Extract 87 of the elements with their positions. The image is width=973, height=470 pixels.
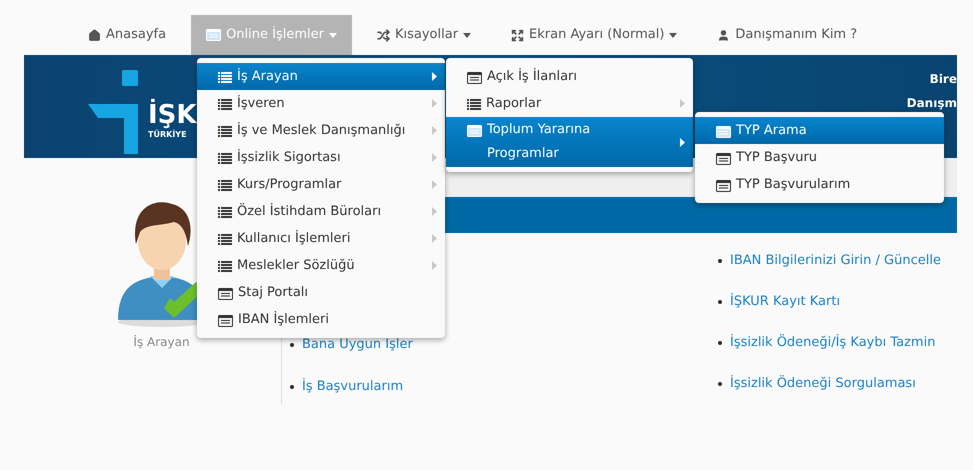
menu-label: İş ve Meslek Danışmanlığı [237, 121, 406, 140]
link[interactable]: İŞKUR Kayıt Kartı [730, 292, 840, 312]
bullet-icon [290, 385, 294, 389]
expand-icon [511, 28, 524, 42]
card-icon [218, 314, 233, 326]
menu-label: Raporlar [486, 94, 542, 112]
arrow-icon [680, 99, 685, 108]
menu-item[interactable]: IBAN İşlemleri [197, 306, 445, 333]
menu-label: İş Arayan [237, 67, 298, 86]
link[interactable]: IBAN Bilgilerinizi Girin / Güncelle [730, 251, 941, 271]
menu-item[interactable]: Kullanıcı İşlemleri [197, 225, 445, 252]
link[interactable]: İş Başvurularım [302, 377, 404, 397]
link[interactable]: İşsizlik Ödeneği/İş Kaybı Tazmin [730, 333, 936, 353]
menu-item[interactable]: TYP Arama [695, 117, 944, 144]
list-icon [218, 126, 232, 136]
menu-label: Kullanıcı İşlemleri [237, 229, 350, 248]
arrow-icon [432, 99, 437, 108]
menu-item[interactable]: Açık İş İlanları [446, 63, 693, 90]
bullet-icon [718, 341, 722, 345]
menu-item[interactable]: İşsizlik Sigortası [197, 144, 445, 171]
nav-item[interactable]: Anasayfa [73, 15, 182, 55]
banner-text: Bire [930, 71, 957, 88]
arrow-icon [432, 234, 437, 243]
bullet-icon [718, 382, 722, 386]
card-icon [716, 152, 731, 164]
menu-item[interactable]: Staj Portalı [197, 279, 445, 306]
arrow-icon [432, 207, 437, 216]
menu-item[interactable]: Özel İstihdam Büroları [197, 198, 445, 225]
menu-label: IBAN İşlemleri [238, 310, 329, 328]
card-icon [716, 126, 731, 138]
banner-text: Danışm [906, 95, 957, 112]
menu-item[interactable]: Meslekler Sözlüğü [197, 252, 445, 279]
menu-item[interactable]: İş Arayan [197, 63, 445, 90]
caret-icon [463, 32, 472, 38]
menu-label: TYP Başvurularım [736, 176, 850, 194]
menu-item[interactable]: Kurs/Programlar [197, 171, 445, 198]
nav-item[interactable]: Ekran Ayarı (Normal) [496, 15, 692, 55]
logo-text: İŞK [148, 100, 197, 128]
list-icon [218, 98, 232, 110]
menu-item[interactable]: Toplum Yararına Programlar [446, 117, 693, 167]
bullet-icon [290, 343, 294, 347]
menu-item[interactable]: TYP Başvurularım [695, 171, 944, 198]
menu-label: Toplum Yararına Programlar [487, 121, 592, 163]
menu-item[interactable]: TYP Başvuru [695, 144, 944, 171]
profile-label: İş Arayan [133, 334, 190, 351]
list-icon [218, 260, 232, 272]
menu-label: Kurs/Programlar [237, 176, 342, 194]
bullet-icon [718, 259, 722, 263]
bullet-icon [718, 300, 722, 304]
menu-label: Staj Portalı [238, 284, 308, 302]
arrow-icon [432, 72, 437, 81]
home-icon [88, 28, 101, 42]
menu-label: İşsizlik Sigortası [237, 148, 341, 166]
menu-label: Açık İş İlanları [487, 67, 578, 86]
caret-icon [328, 32, 337, 38]
list-icon [218, 234, 232, 244]
menu-label: Meslekler Sözlüğü [237, 256, 355, 274]
shuffle-icon [376, 28, 390, 42]
card-icon [467, 125, 482, 137]
nav-item[interactable]: Kısayollar [362, 15, 486, 55]
arrow-icon [432, 126, 437, 135]
arrow-icon [432, 180, 437, 189]
list-icon [467, 98, 481, 110]
menu-label: TYP Başvuru [736, 148, 818, 166]
nav-item[interactable]: Danışmanım Kim ? [702, 15, 872, 55]
arrow-icon [432, 153, 437, 162]
menu-label: İşveren [237, 94, 285, 112]
caret-icon [669, 32, 678, 38]
menu-label: Özel İstihdam Büroları [237, 202, 382, 220]
arrow-icon [680, 138, 685, 146]
logo-subtext: TÜRKİYE [148, 128, 188, 140]
list-icon [218, 206, 232, 218]
user-icon [717, 28, 730, 42]
card-icon [716, 180, 731, 192]
card-icon [206, 29, 222, 41]
arrow-icon [432, 261, 437, 270]
menu-label: TYP Arama [736, 122, 807, 140]
link[interactable]: Bana Uygun İşler [302, 335, 413, 355]
menu-item[interactable]: İş ve Meslek Danışmanlığı [197, 117, 445, 144]
list-icon [218, 180, 232, 190]
menu-item[interactable]: İşveren [197, 90, 445, 117]
link[interactable]: İşsizlik Ödeneği Sorgulaması [730, 374, 916, 394]
list-icon [218, 72, 232, 82]
list-icon [218, 152, 232, 164]
card-icon [467, 72, 482, 84]
menu-item[interactable]: Raporlar [446, 90, 693, 117]
card-icon [218, 288, 233, 300]
